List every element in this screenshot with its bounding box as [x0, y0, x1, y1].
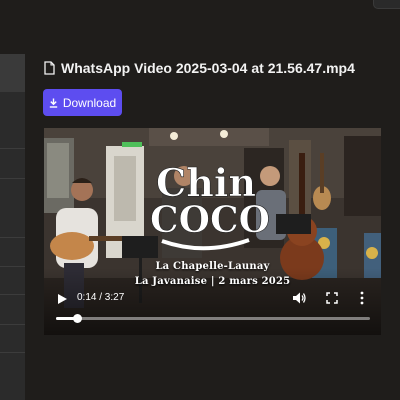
fullscreen-icon[interactable] [326, 292, 338, 304]
side-panel-divider [0, 178, 25, 179]
side-panel [0, 54, 25, 400]
play-icon[interactable] [56, 293, 68, 305]
download-label: Download [62, 95, 117, 110]
file-header: WhatsApp Video 2025-03-04 at 21.56.47.mp… [44, 58, 355, 78]
side-panel-divider [0, 294, 25, 295]
side-panel-divider [0, 352, 25, 353]
progress-thumb[interactable] [73, 314, 83, 323]
file-name: WhatsApp Video 2025-03-04 at 21.56.47.mp… [61, 60, 355, 76]
side-panel-divider [0, 266, 25, 267]
download-icon [49, 98, 58, 108]
side-panel-divider [0, 148, 25, 149]
volume-icon[interactable] [292, 291, 306, 305]
video-player[interactable]: Chin COCO La Chapelle-Launay La Javanais… [44, 128, 381, 335]
more-options-icon[interactable] [360, 291, 364, 305]
window-corner [373, 0, 400, 9]
video-controls: 0:14 / 3:27 [44, 128, 381, 335]
progress-track[interactable] [56, 317, 370, 320]
file-icon [44, 61, 55, 75]
side-panel-divider [0, 237, 25, 238]
side-panel-active-cell[interactable] [0, 54, 25, 92]
time-display: 0:14 / 3:27 [77, 292, 125, 303]
side-panel-divider [0, 324, 25, 325]
download-button[interactable]: Download [43, 89, 122, 116]
